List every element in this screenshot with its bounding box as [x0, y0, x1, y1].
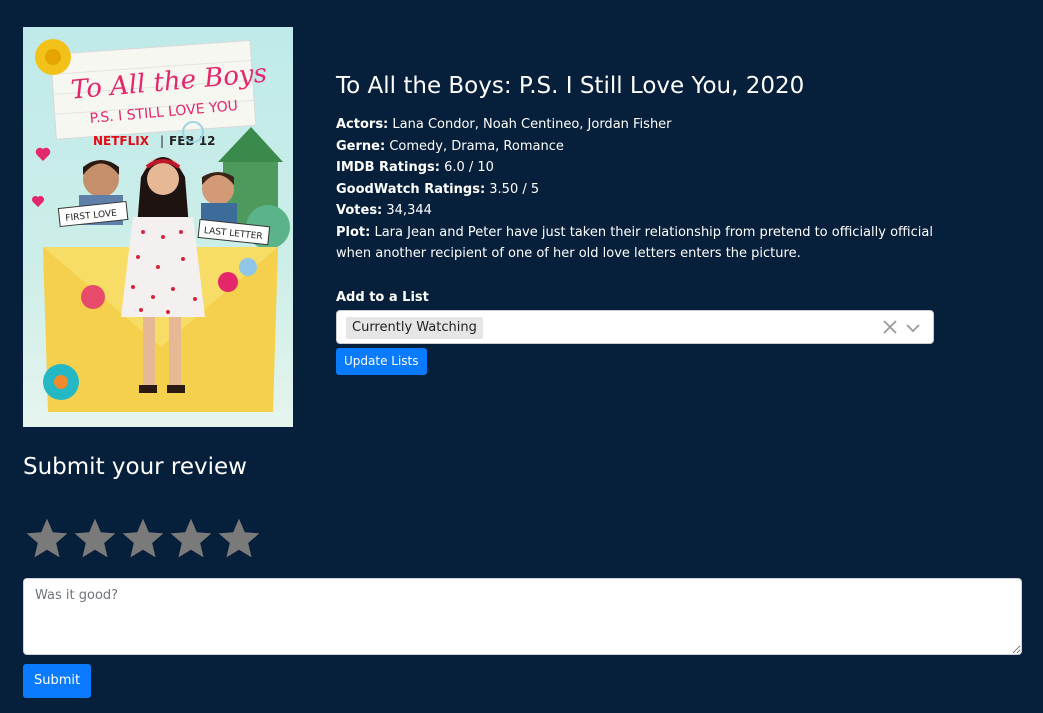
movie-title: To All the Boys: P.S. I Still Love You, …	[336, 73, 805, 99]
close-icon[interactable]	[881, 318, 899, 336]
detail-value: Comedy, Drama, Romance	[389, 138, 564, 154]
add-to-list-label: Add to a List	[336, 289, 429, 305]
selected-list-chip[interactable]: Currently Watching	[346, 316, 483, 339]
list-select[interactable]: Currently Watching	[336, 309, 934, 344]
detail-label: IMDB Ratings:	[336, 160, 440, 175]
detail-imdb-ratings: IMDB Ratings: 6.0 / 10	[336, 157, 936, 179]
movie-poster: To All the Boys P.S. I STILL LOVE YOU NE…	[23, 27, 293, 427]
detail-label: GoodWatch Ratings:	[336, 181, 486, 197]
detail-label: Plot:	[336, 224, 371, 240]
svg-text:|: |	[160, 134, 164, 148]
poster-brand: NETFLIX	[93, 134, 150, 148]
movie-info: To All the Boys: P.S. I Still Love You, …	[336, 70, 936, 375]
star-rating[interactable]	[23, 515, 263, 563]
update-lists-button[interactable]: Update Lists	[336, 348, 427, 375]
detail-label: Gerne:	[336, 138, 386, 154]
detail-value: 34,344	[386, 203, 432, 218]
review-textarea[interactable]	[23, 578, 1022, 655]
star-icon[interactable]	[215, 515, 263, 563]
detail-votes: Votes: 34,344	[336, 200, 936, 222]
detail-label: Votes:	[336, 203, 383, 218]
star-icon[interactable]	[71, 515, 119, 563]
detail-plot: Plot: Lara Jean and Peter have just take…	[336, 222, 936, 265]
detail-value: Lara Jean and Peter have just taken thei…	[336, 224, 933, 262]
submit-review-button[interactable]: Submit	[23, 664, 92, 698]
review-heading: Submit your review	[23, 454, 247, 480]
star-icon[interactable]	[119, 515, 167, 563]
star-icon[interactable]	[23, 515, 71, 563]
detail-value: 3.50 / 5	[489, 181, 540, 197]
detail-goodwatch-ratings: GoodWatch Ratings: 3.50 / 5	[336, 179, 936, 201]
detail-genre: Gerne: Comedy, Drama, Romance	[336, 136, 936, 158]
detail-actors: Actors: Lana Condor, Noah Centineo, Jord…	[336, 114, 936, 136]
star-icon[interactable]	[167, 515, 215, 563]
chevron-down-icon[interactable]	[905, 320, 921, 336]
detail-value: Lana Condor, Noah Centineo, Jordan Fishe…	[392, 117, 672, 132]
detail-label: Actors:	[336, 117, 389, 132]
detail-value: 6.0 / 10	[444, 160, 494, 175]
